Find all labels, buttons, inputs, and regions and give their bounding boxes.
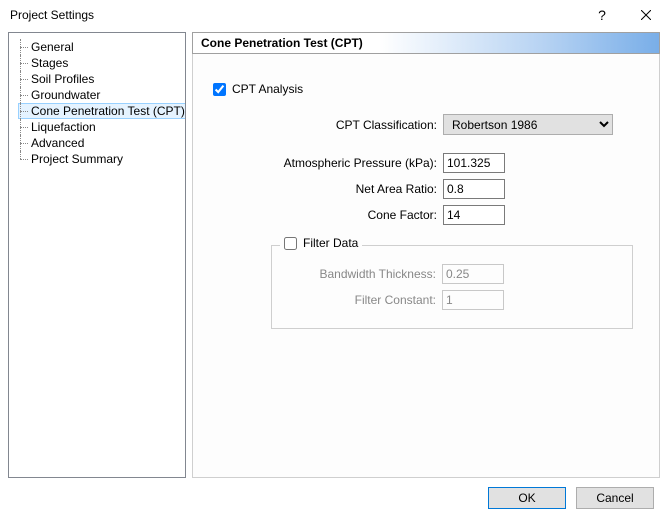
ratio-input[interactable] xyxy=(443,179,505,199)
tree-item-general[interactable]: General xyxy=(11,39,183,55)
nav-tree: GeneralStagesSoil Profiles Groundwater Con… xyxy=(8,32,186,478)
tree-item-label: Project Summary xyxy=(19,152,123,166)
filter-group: Filter Data Bandwidth Thickness: Filter … xyxy=(271,245,633,329)
settings-panel: CPT Analysis CPT Classification: Roberts… xyxy=(192,54,660,478)
tree-item-label: Cone Penetration Test (CPT) xyxy=(19,104,185,118)
constant-label: Filter Constant: xyxy=(282,293,442,307)
tree-item-label: Soil Profiles xyxy=(19,72,94,86)
tree-item-label: Liquefaction xyxy=(19,120,96,134)
classification-label: CPT Classification: xyxy=(213,118,443,132)
tree-item-advanced[interactable]: Advanced xyxy=(11,135,183,151)
constant-row: Filter Constant: xyxy=(282,290,622,310)
tree-item-liquefaction[interactable]: Liquefaction xyxy=(11,119,183,135)
tree-twig-icon xyxy=(17,119,29,135)
title-bar: Project Settings ? xyxy=(0,0,668,30)
tree-twig-icon xyxy=(17,71,29,87)
help-button[interactable]: ? xyxy=(580,0,624,30)
filter-legend-label[interactable]: Filter Data xyxy=(303,236,358,250)
tree-twig-icon xyxy=(17,103,29,119)
cancel-button[interactable]: Cancel xyxy=(576,487,654,509)
tree-item-soil-profiles[interactable]: Soil Profiles xyxy=(11,71,183,87)
close-button[interactable] xyxy=(624,0,668,30)
tree-item-groundwater[interactable]: Groundwater xyxy=(11,87,183,103)
tree-twig-icon xyxy=(17,151,29,167)
content-area: GeneralStagesSoil Profiles Groundwater Con… xyxy=(0,30,668,478)
bandwidth-row: Bandwidth Thickness: xyxy=(282,264,622,284)
pressure-label: Atmospheric Pressure (kPa): xyxy=(213,156,443,170)
tree-item-label: Groundwater xyxy=(19,88,100,102)
classification-row: CPT Classification: Robertson 1986 xyxy=(213,114,639,135)
cpt-analysis-row: CPT Analysis xyxy=(213,82,639,96)
main-panel: Cone Penetration Test (CPT) CPT Analysis… xyxy=(192,32,660,478)
window-title: Project Settings xyxy=(10,8,580,22)
bandwidth-label: Bandwidth Thickness: xyxy=(282,267,442,281)
ratio-label: Net Area Ratio: xyxy=(213,182,443,196)
pressure-input[interactable] xyxy=(443,153,505,173)
cone-label: Cone Factor: xyxy=(213,208,443,222)
cone-row: Cone Factor: xyxy=(213,205,639,225)
tree-item-cone-penetration-test-cpt[interactable]: Cone Penetration Test (CPT) xyxy=(11,103,183,119)
filter-legend: Filter Data xyxy=(280,236,362,250)
cpt-analysis-label[interactable]: CPT Analysis xyxy=(232,82,303,96)
ok-button[interactable]: OK xyxy=(488,487,566,509)
page-header: Cone Penetration Test (CPT) xyxy=(192,32,660,54)
tree-twig-icon xyxy=(17,39,29,55)
tree-twig-icon xyxy=(17,87,29,103)
close-icon xyxy=(641,10,651,20)
cone-input[interactable] xyxy=(443,205,505,225)
pressure-row: Atmospheric Pressure (kPa): xyxy=(213,153,639,173)
tree-item-project-summary[interactable]: Project Summary xyxy=(11,151,183,167)
tree-item-stages[interactable]: Stages xyxy=(11,55,183,71)
dialog-footer: OK Cancel xyxy=(0,478,668,518)
bandwidth-input xyxy=(442,264,504,284)
ratio-row: Net Area Ratio: xyxy=(213,179,639,199)
classification-select[interactable]: Robertson 1986 xyxy=(443,114,613,135)
constant-input xyxy=(442,290,504,310)
cpt-analysis-checkbox[interactable] xyxy=(213,83,226,96)
tree-twig-icon xyxy=(17,55,29,71)
filter-checkbox[interactable] xyxy=(284,237,297,250)
tree-twig-icon xyxy=(17,135,29,151)
